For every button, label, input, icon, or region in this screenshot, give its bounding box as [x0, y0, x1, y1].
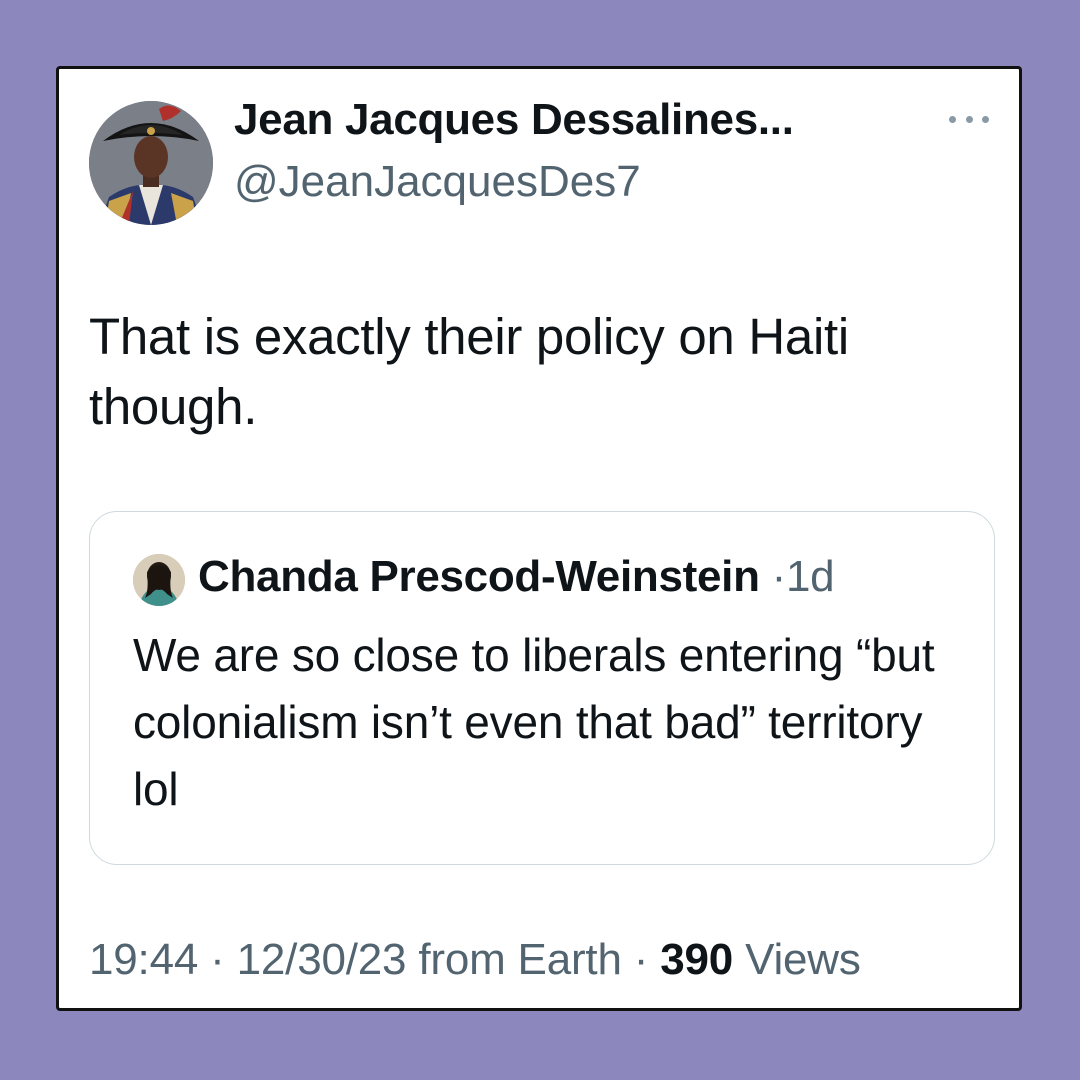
quoted-tweet-header: Chanda Prescod-Weinstein ·1d	[198, 552, 835, 602]
tweet-meta: 19:44 · 12/30/23 from Earth · 390 Views	[89, 935, 861, 985]
views-label: Views	[733, 935, 861, 984]
quoted-author-name[interactable]: Chanda Prescod-Weinstein	[198, 552, 760, 601]
more-dot	[965, 115, 973, 123]
quoted-timestamp[interactable]: 1d	[786, 552, 835, 601]
quoted-tweet-text: We are so close to liberals entering “bu…	[133, 629, 935, 815]
quoted-tweet[interactable]: Chanda Prescod-Weinstein ·1d We are so c…	[89, 511, 995, 865]
author-display-name[interactable]: Jean Jacques Dessalines...	[234, 95, 794, 145]
more-options-icon[interactable]	[949, 111, 989, 127]
tweet-time[interactable]: 19:44	[89, 935, 198, 984]
tweet-card: Jean Jacques Dessalines... @JeanJacquesD…	[56, 66, 1022, 1011]
tweet-text: That is exactly their policy on Haiti th…	[89, 308, 849, 435]
meta-separator: ·	[621, 935, 661, 984]
tweet-date[interactable]: 12/30/23	[237, 935, 407, 984]
author-avatar[interactable]	[89, 101, 213, 225]
quoted-separator: ·	[771, 552, 787, 601]
portrait-avatar-icon	[89, 101, 213, 225]
quoted-author-avatar[interactable]	[133, 554, 185, 606]
quoted-avatar-icon	[133, 554, 185, 606]
more-dot	[949, 115, 956, 123]
more-dot	[982, 115, 989, 123]
tweet-source: from Earth	[406, 935, 622, 984]
author-handle[interactable]: @JeanJacquesDes7	[234, 157, 641, 207]
meta-separator: ·	[198, 935, 237, 984]
views-count[interactable]: 390	[660, 935, 733, 984]
